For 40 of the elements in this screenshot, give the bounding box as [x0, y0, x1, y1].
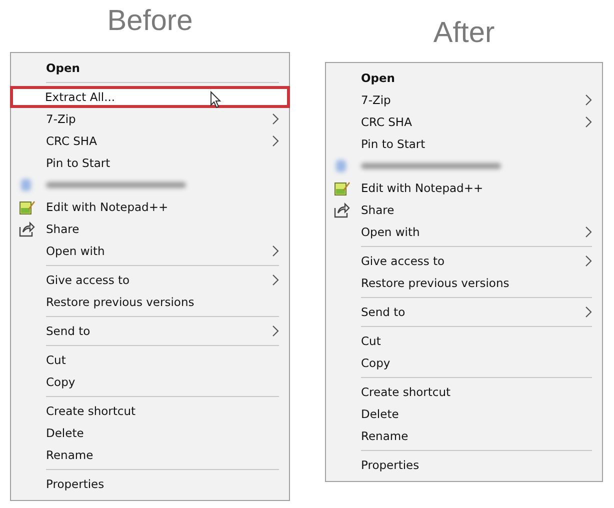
menu-item[interactable]: Share	[11, 218, 289, 240]
menu-item[interactable]: Delete	[326, 403, 602, 425]
menu-item[interactable]: Open with	[11, 240, 289, 262]
menu-item[interactable]: Copy	[11, 371, 289, 393]
menu-item[interactable]: Edit with Notepad++	[326, 177, 602, 199]
menu-item[interactable]: Pin to Start	[11, 152, 289, 174]
menu-item[interactable]: Create shortcut	[11, 400, 289, 422]
menu-item[interactable]: Send to	[11, 320, 289, 342]
menu-item[interactable]: Give access to	[326, 250, 602, 272]
menu-item[interactable]: Delete	[11, 422, 289, 444]
menu-item[interactable]: CRC SHA	[326, 111, 602, 133]
menu-item[interactable]: Pin to Start	[326, 133, 602, 155]
menu-item[interactable]: Cut	[326, 330, 602, 352]
menu-item[interactable]: CRC SHA	[11, 130, 289, 152]
menu-item[interactable]: Give access to	[11, 269, 289, 291]
menu-item[interactable]: Open	[11, 57, 289, 79]
panel-heading: After	[433, 16, 495, 51]
menu-item[interactable]: Edit with Notepad++	[11, 196, 289, 218]
menu-item[interactable]: Rename	[326, 425, 602, 447]
menu-item[interactable]: Properties	[11, 473, 289, 495]
menu-item[interactable]: Send to	[326, 301, 602, 323]
notepad-icon	[19, 199, 35, 215]
menu-item[interactable]: Open with	[326, 221, 602, 243]
menu-item[interactable]: 7-Zip	[326, 89, 602, 111]
share-icon	[19, 221, 35, 237]
menu-item[interactable]: Copy	[326, 352, 602, 374]
menu-item[interactable]: Create shortcut	[326, 381, 602, 403]
menu-item[interactable]: Share	[326, 199, 602, 221]
menu-item[interactable]: Properties	[326, 454, 602, 476]
menu-item[interactable]: Restore previous versions	[326, 272, 602, 294]
notepad-icon	[334, 180, 350, 196]
share-icon	[334, 202, 350, 218]
menu-item[interactable]: Open	[326, 67, 602, 89]
panel-heading: Before	[107, 4, 193, 39]
menu-item[interactable]: Restore previous versions	[11, 291, 289, 313]
menu-item[interactable]: 7-Zip	[11, 108, 289, 130]
mouse-pointer-icon	[210, 91, 222, 109]
menu-item[interactable]: Rename	[11, 444, 289, 466]
menu-item[interactable]: Extract All...	[10, 86, 290, 108]
menu-item[interactable]: Cut	[11, 349, 289, 371]
